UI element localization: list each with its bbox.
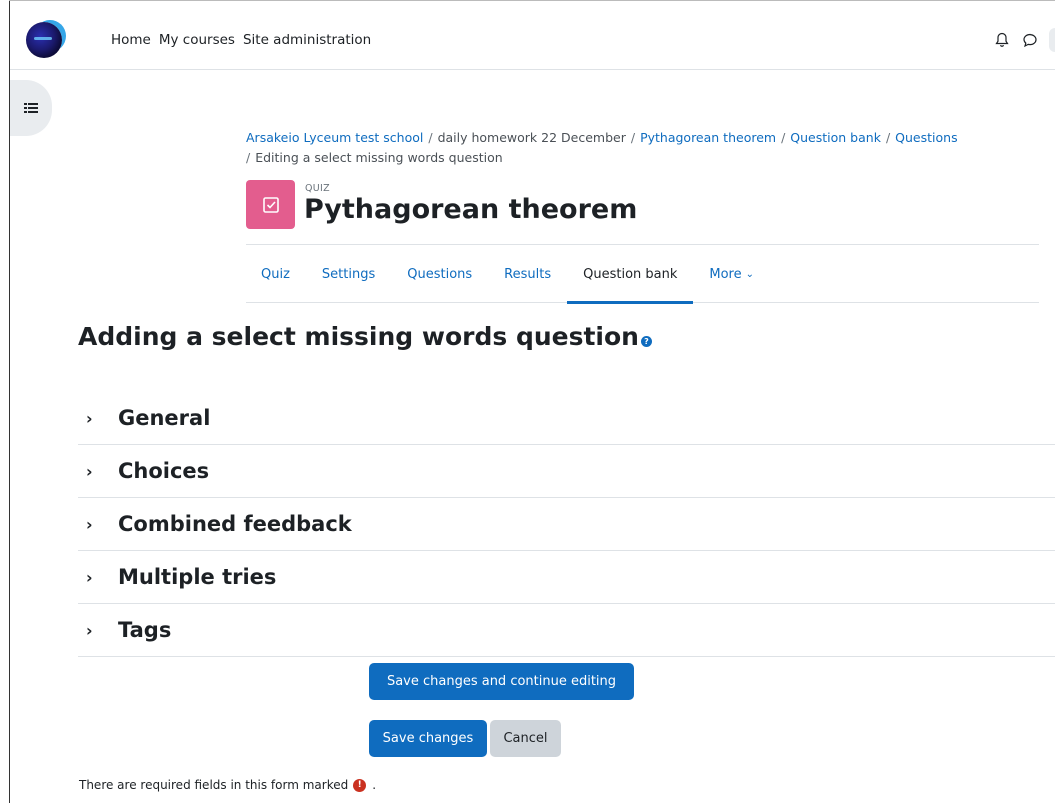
chevron-right-icon: ›: [86, 461, 93, 481]
section-multiple-tries[interactable]: › Multiple tries: [78, 551, 1055, 604]
section-label: General: [118, 406, 211, 430]
form-sections: › General › Choices › Combined feedback …: [78, 392, 1055, 657]
form-heading-text: Adding a select missing words question: [78, 322, 639, 351]
quiz-activity-icon: [246, 180, 295, 229]
chevron-right-icon: ›: [86, 514, 93, 534]
bell-icon[interactable]: [993, 30, 1011, 50]
secondary-navigation: Quiz Settings Questions Results Question…: [246, 244, 1039, 304]
nav-home[interactable]: Home: [111, 32, 151, 48]
breadcrumb-separator: /: [428, 130, 433, 145]
save-and-continue-button[interactable]: Save changes and continue editing: [369, 663, 634, 700]
primary-navigation: Home My courses Site administration: [111, 10, 371, 70]
page-title: Pythagorean theorem: [304, 194, 638, 225]
tab-results[interactable]: Results: [488, 245, 567, 303]
required-icon: !: [353, 778, 367, 792]
required-fields-text: There are required fields in this form m…: [79, 778, 349, 792]
breadcrumb: Arsakeio Lyceum test school / daily homewo…: [246, 128, 1046, 168]
section-label: Combined feedback: [118, 512, 352, 536]
chevron-right-icon: ›: [86, 620, 93, 640]
section-combined-feedback[interactable]: › Combined feedback: [78, 498, 1055, 551]
breadcrumb-separator: /: [630, 130, 636, 145]
chevron-right-icon: ›: [86, 408, 93, 428]
navbar-user-area: [993, 28, 1055, 52]
tab-questions[interactable]: Questions: [391, 245, 488, 303]
breadcrumb-item-school[interactable]: Arsakeio Lyceum test school: [246, 130, 423, 145]
tab-settings[interactable]: Settings: [306, 245, 391, 303]
breadcrumb-item-question-bank[interactable]: Question bank: [790, 130, 881, 145]
section-label: Choices: [118, 459, 210, 483]
chat-icon[interactable]: [1021, 30, 1039, 50]
section-label: Tags: [118, 618, 172, 642]
required-fields-note: There are required fields in this form m…: [79, 778, 376, 792]
breadcrumb-item-section: daily homework 22 December: [437, 130, 626, 145]
user-menu-avatar[interactable]: [1049, 28, 1055, 52]
section-choices[interactable]: › Choices: [78, 445, 1055, 498]
form-heading: Adding a select missing words question ?: [78, 322, 652, 351]
site-logo[interactable]: [26, 22, 62, 58]
chevron-right-icon: ›: [86, 567, 93, 587]
top-navbar: Home My courses Site administration: [10, 10, 1055, 70]
tab-quiz[interactable]: Quiz: [246, 245, 306, 303]
activity-type-label: QUIZ: [305, 183, 330, 194]
help-icon[interactable]: ?: [640, 336, 652, 347]
page-top-edge: [9, 0, 1055, 1]
course-index-toggle[interactable]: [10, 80, 52, 136]
breadcrumb-item-questions[interactable]: Questions: [895, 130, 957, 145]
tab-more-label: More: [709, 266, 742, 282]
list-icon: [24, 103, 38, 113]
required-fields-suffix: .: [372, 778, 377, 792]
nav-site-administration[interactable]: Site administration: [243, 32, 371, 48]
breadcrumb-separator: /: [885, 130, 891, 145]
nav-my-courses[interactable]: My courses: [159, 32, 235, 48]
save-button[interactable]: Save changes: [369, 720, 487, 757]
breadcrumb-item-quiz[interactable]: Pythagorean theorem: [640, 130, 776, 145]
breadcrumb-item-current: Editing a select missing words question: [255, 150, 503, 165]
chevron-down-icon: ⌄: [745, 268, 755, 280]
tab-question-bank[interactable]: Question bank: [567, 245, 694, 304]
section-label: Multiple tries: [118, 565, 277, 589]
section-tags[interactable]: › Tags: [78, 604, 1055, 657]
breadcrumb-separator: /: [781, 130, 786, 145]
section-general[interactable]: › General: [78, 392, 1055, 445]
cancel-button[interactable]: Cancel: [490, 720, 561, 757]
tab-more[interactable]: More ⌄: [693, 245, 770, 303]
breadcrumb-separator: /: [246, 150, 251, 165]
